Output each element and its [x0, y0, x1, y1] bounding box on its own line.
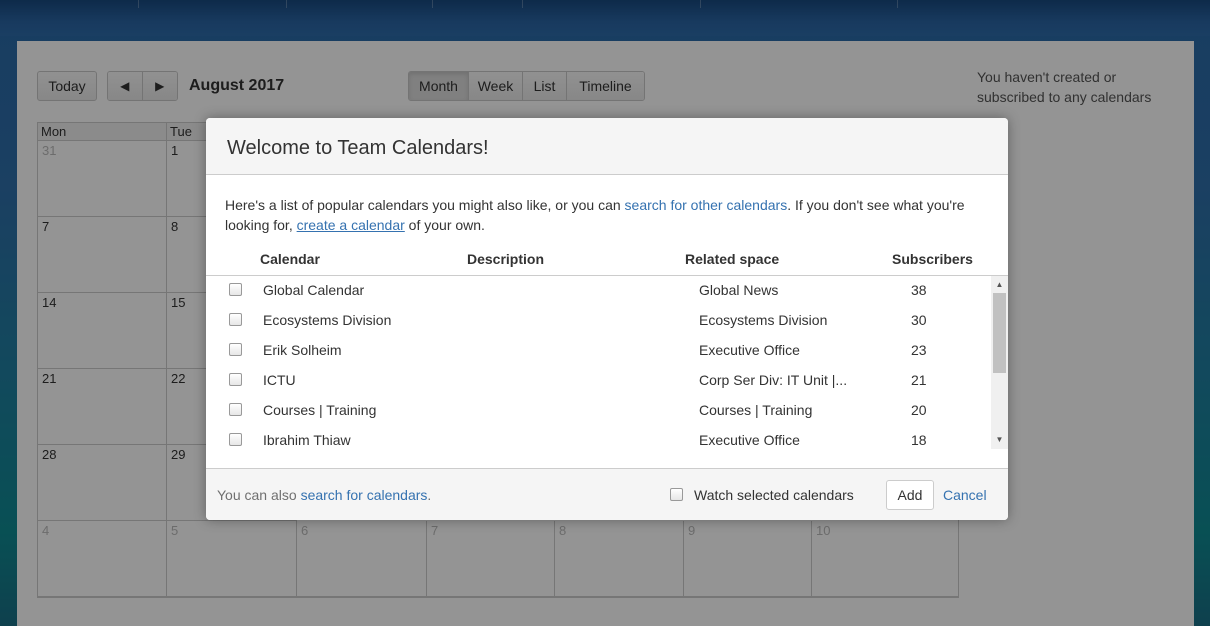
list-scrollbar[interactable]: ▲ ▼	[991, 276, 1008, 449]
intro-text: Here's a list of popular calendars you m…	[225, 197, 625, 213]
watch-label: Watch selected calendars	[694, 487, 854, 503]
table-row: Global Calendar Global News 38	[206, 276, 991, 306]
subscriber-count: 18	[911, 432, 927, 448]
footer-period: .	[427, 487, 432, 503]
row-checkbox[interactable]	[229, 343, 242, 356]
table-row: ICTU Corp Ser Div: IT Unit |... 21	[206, 366, 991, 396]
related-space: Ecosystems Division	[699, 312, 828, 328]
row-checkbox[interactable]	[229, 433, 242, 446]
calendar-name: Courses | Training	[263, 402, 377, 418]
column-header-calendar: Calendar	[260, 251, 320, 267]
subscriber-count: 21	[911, 372, 927, 388]
row-checkbox[interactable]	[229, 283, 242, 296]
footer-text: You can also search for calendars.	[217, 487, 431, 503]
related-space: Executive Office	[699, 342, 800, 358]
search-other-calendars-link[interactable]: search for other calendars	[625, 197, 788, 213]
table-row: Erik Solheim Executive Office 23	[206, 336, 991, 366]
calendar-name: Ecosystems Division	[263, 312, 392, 328]
row-checkbox[interactable]	[229, 313, 242, 326]
scroll-down-arrow-icon[interactable]: ▼	[991, 433, 1008, 447]
create-calendar-link[interactable]: create a calendar	[297, 217, 405, 233]
dialog-intro: Here's a list of popular calendars you m…	[225, 195, 985, 235]
related-space: Global News	[699, 282, 779, 298]
table-row: Courses | Training Courses | Training 20	[206, 396, 991, 426]
calendar-name: ICTU	[263, 372, 296, 388]
search-calendars-link[interactable]: search for calendars	[301, 487, 428, 503]
table-row: Ecosystems Division Ecosystems Division …	[206, 306, 991, 336]
table-row: Ibrahim Thiaw Executive Office 18	[206, 426, 991, 448]
column-header-subscribers: Subscribers	[892, 251, 973, 267]
calendar-list: Global Calendar Global News 38 Ecosystem…	[206, 276, 991, 448]
scroll-up-arrow-icon[interactable]: ▲	[991, 278, 1008, 292]
subscriber-count: 38	[911, 282, 927, 298]
related-space: Courses | Training	[699, 402, 813, 418]
row-checkbox[interactable]	[229, 403, 242, 416]
welcome-dialog: Welcome to Team Calendars! Here's a list…	[206, 118, 1008, 520]
related-space: Corp Ser Div: IT Unit |...	[699, 372, 848, 388]
intro-text: of your own.	[404, 217, 485, 233]
subscriber-count: 20	[911, 402, 927, 418]
subscriber-count: 30	[911, 312, 927, 328]
calendar-name: Global Calendar	[263, 282, 365, 298]
watch-checkbox[interactable]	[670, 488, 683, 501]
row-checkbox[interactable]	[229, 373, 242, 386]
column-header-description: Description	[467, 251, 545, 267]
subscriber-count: 23	[911, 342, 927, 358]
calendar-name: Ibrahim Thiaw	[263, 432, 351, 448]
add-button[interactable]: Add	[886, 480, 934, 510]
cancel-link[interactable]: Cancel	[943, 487, 987, 503]
footer-prefix: You can also	[217, 487, 301, 503]
calendar-name: Erik Solheim	[263, 342, 342, 358]
column-header-related-space: Related space	[685, 251, 780, 267]
dialog-title: Welcome to Team Calendars!	[206, 118, 1008, 175]
related-space: Executive Office	[699, 432, 800, 448]
dialog-footer: You can also search for calendars. Watch…	[206, 468, 1008, 520]
scroll-thumb[interactable]	[993, 293, 1006, 373]
